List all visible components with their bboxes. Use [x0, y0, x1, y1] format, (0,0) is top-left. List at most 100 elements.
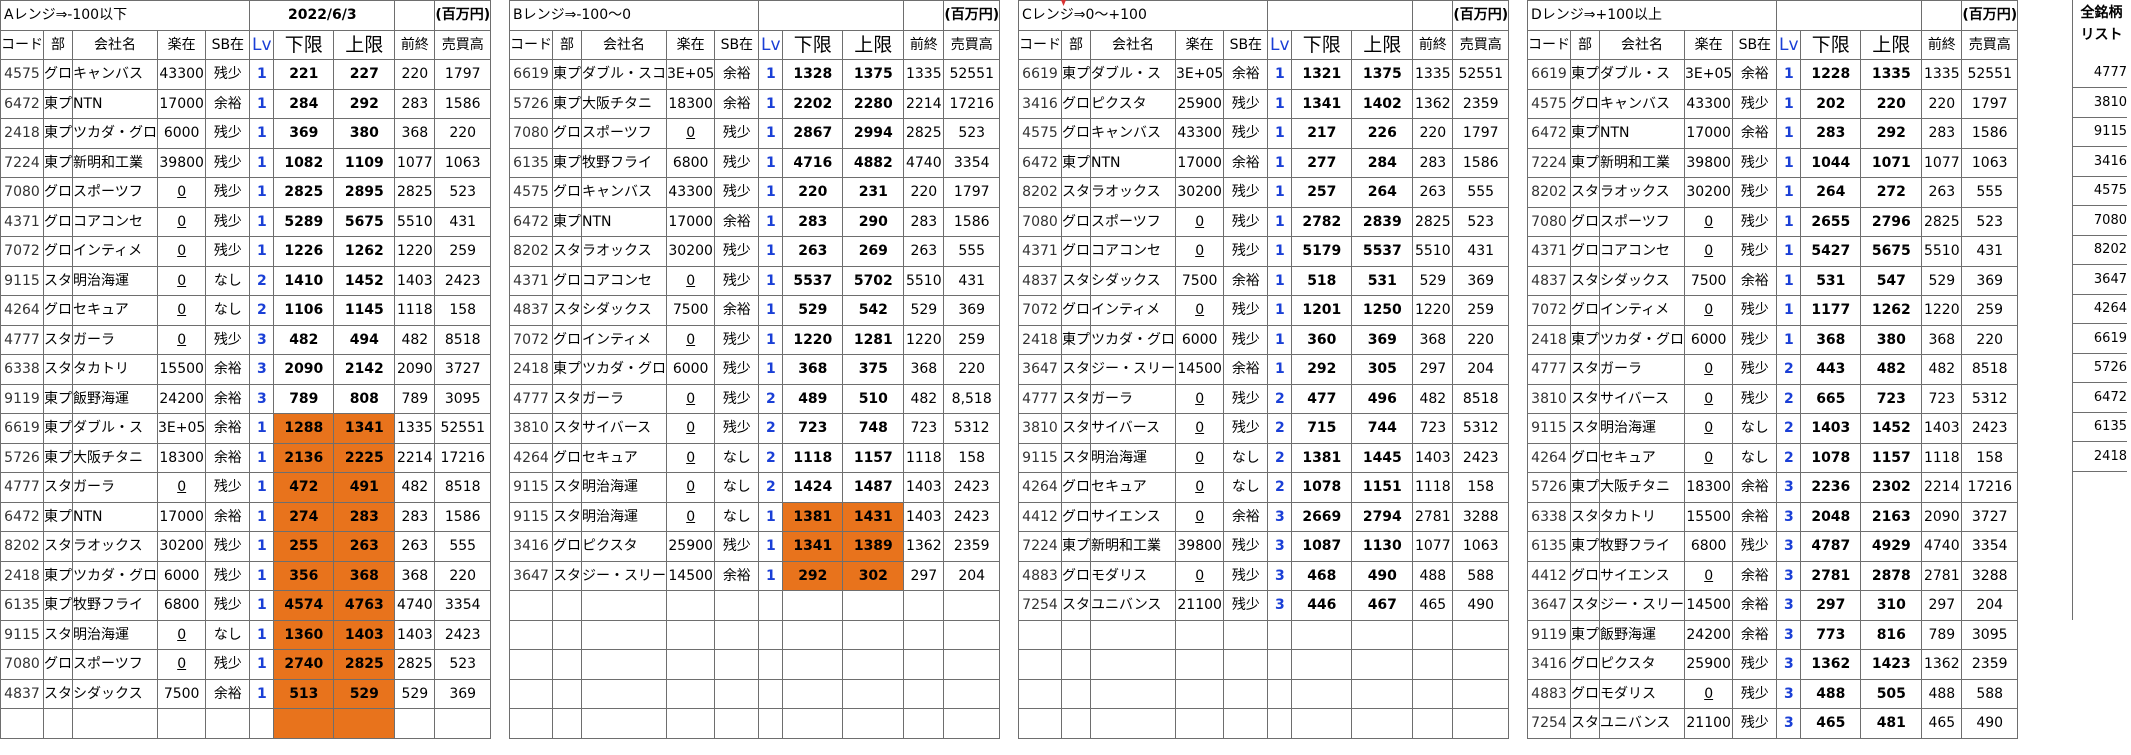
level-cell: 1: [249, 590, 275, 621]
lower-cell: 4787: [1800, 531, 1862, 562]
table-row: 3647 スタ ジー・スリー 14500 余裕 3 297 310 297 204: [1527, 590, 2019, 621]
rakuzai-cell: 30200: [156, 531, 207, 562]
rakuzai-cell: 39800: [156, 147, 207, 178]
company-cell: 飯野海運: [72, 383, 158, 414]
company-cell: ジー・スリー: [1599, 590, 1685, 621]
code-cell: 7080: [0, 177, 44, 208]
range-block-b: Bレンジ⇒-100〜0 (百万円) コード部会社名 楽在 SB在 Lv 下限 上限 前終 売買高 6…: [508, 0, 1001, 739]
header-lv: Lv: [1776, 29, 1802, 60]
code-cell: 6472: [509, 206, 553, 237]
company-cell: 牧野フライ: [72, 590, 158, 621]
empty-cell: [1174, 678, 1225, 709]
table-row: 3416 グロ ピクスタ 25900 残少 3 1362 1423 1362 2359: [1527, 649, 2019, 680]
upper-cell: 1145: [333, 295, 396, 326]
sb-cell: 残少: [1732, 147, 1778, 178]
sb-cell: 残少: [1732, 88, 1778, 119]
blank-cell: [394, 0, 436, 31]
section-cell: 東プ: [1570, 472, 1600, 503]
company-cell: ガーラ: [581, 383, 667, 414]
level-cell: 1: [249, 472, 275, 503]
lower-cell: 2867: [782, 118, 844, 149]
empty-cell: [842, 649, 905, 680]
prev-close-cell: 220: [1412, 118, 1454, 149]
code-cell: 4371: [1527, 236, 1571, 267]
empty-cell: [1291, 619, 1353, 650]
header-bu: 部: [43, 29, 73, 60]
empty-cell: [665, 619, 716, 650]
list-item: 6472: [2072, 383, 2127, 413]
upper-cell: 1341: [333, 413, 396, 444]
table-row: 5726 東プ 大阪チタニ 18300 余裕 1 2136 2225 2214 17216: [0, 442, 492, 473]
company-cell: スポーツフ: [581, 118, 667, 149]
sb-cell: 残少: [205, 236, 251, 267]
sales-cell: 2423: [434, 619, 492, 650]
prev-close-cell: 1077: [394, 147, 436, 178]
rakuzai-cell: 24200: [1683, 619, 1734, 650]
section-cell: グロ: [1570, 678, 1600, 709]
level-cell: 2: [249, 265, 275, 296]
section-cell: グロ: [43, 177, 73, 208]
rakuzai-cell: 17000: [1683, 118, 1734, 149]
lower-cell: 277: [1291, 147, 1353, 178]
sales-cell: 220: [1961, 324, 2019, 355]
section-cell: 東プ: [1570, 59, 1600, 90]
level-cell: 2: [1776, 442, 1802, 473]
level-cell: 1: [249, 236, 275, 267]
level-cell: 1: [758, 265, 784, 296]
table-row: 9115 スタ 明治海運 0 なし 2 1410 1452 1403 2423: [0, 265, 492, 296]
level-cell: 1: [1267, 177, 1293, 208]
sb-cell: 残少: [714, 177, 760, 208]
upper-cell: 5537: [1351, 236, 1414, 267]
sales-cell: 3727: [1961, 501, 2019, 532]
sales-cell: 3354: [1961, 531, 2019, 562]
section-cell: グロ: [1570, 206, 1600, 237]
sales-cell: 17216: [434, 442, 492, 473]
upper-cell: 2895: [333, 177, 396, 208]
lower-cell: 1341: [1291, 88, 1353, 119]
upper-cell: 310: [1860, 590, 1923, 621]
sales-cell: 8518: [434, 472, 492, 503]
section-cell: スタ: [552, 413, 582, 444]
prev-close-cell: 1220: [394, 236, 436, 267]
prev-close-cell: 4740: [1921, 531, 1963, 562]
prev-close-cell: 723: [903, 413, 945, 444]
sb-cell: 余裕: [1732, 265, 1778, 296]
sales-cell: 1797: [1961, 88, 2019, 119]
upper-cell: 505: [1860, 678, 1923, 709]
section-cell: グロ: [552, 324, 582, 355]
section-cell: [43, 708, 73, 739]
prev-close-cell: 482: [394, 472, 436, 503]
empty-row: [509, 590, 1001, 621]
sales-cell: 555: [434, 531, 492, 562]
sales-cell: 555: [1452, 177, 1510, 208]
section-cell: グロ: [1570, 236, 1600, 267]
sb-cell: 残少: [205, 472, 251, 503]
sb-cell: 余裕: [1732, 619, 1778, 650]
section-cell: グロ: [43, 295, 73, 326]
table-row: 5726 東プ 大阪チタニ 18300 余裕 3 2236 2302 2214 17216: [1527, 472, 2019, 503]
lower-cell: 2090: [273, 354, 335, 385]
prev-close-cell: 1362: [1921, 649, 1963, 680]
table-row: 4264 グロ セキュア 0 なし 2 1118 1157 1118 158: [509, 442, 1001, 473]
upper-cell: 2839: [1351, 206, 1414, 237]
sales-cell: 1797: [434, 59, 492, 90]
table-row: 4837 スタ シダックス 7500 余裕 1 513 529 529 369: [0, 678, 492, 709]
sb-cell: 残少: [1223, 590, 1269, 621]
upper-cell: 1130: [1351, 531, 1414, 562]
rakuzai-cell: 0: [156, 324, 207, 355]
empty-row: [509, 708, 1001, 739]
section-cell: 東プ: [1061, 324, 1091, 355]
company-cell: ツカダ・グロ: [1599, 324, 1685, 355]
sales-cell: 259: [434, 236, 492, 267]
sales-cell: 555: [943, 236, 1001, 267]
lower-cell: 1381: [782, 501, 844, 532]
sb-cell: 残少: [205, 177, 251, 208]
table-row: 9119 東プ 飯野海運 24200 余裕 3 773 816 789 3095: [1527, 619, 2019, 650]
table-row: 6338 スタ タカトリ 15500 余裕 3 2090 2142 2090 3727: [0, 354, 492, 385]
company-cell: 明治海運: [72, 265, 158, 296]
rakuzai-cell: 0: [1683, 383, 1734, 414]
table-row: 7224 東プ 新明和工業 39800 残少 3 1087 1130 1077 1063: [1018, 531, 1510, 562]
company-cell: ラオックス: [1090, 177, 1176, 208]
lower-cell: 1410: [273, 265, 335, 296]
sb-cell: なし: [714, 501, 760, 532]
